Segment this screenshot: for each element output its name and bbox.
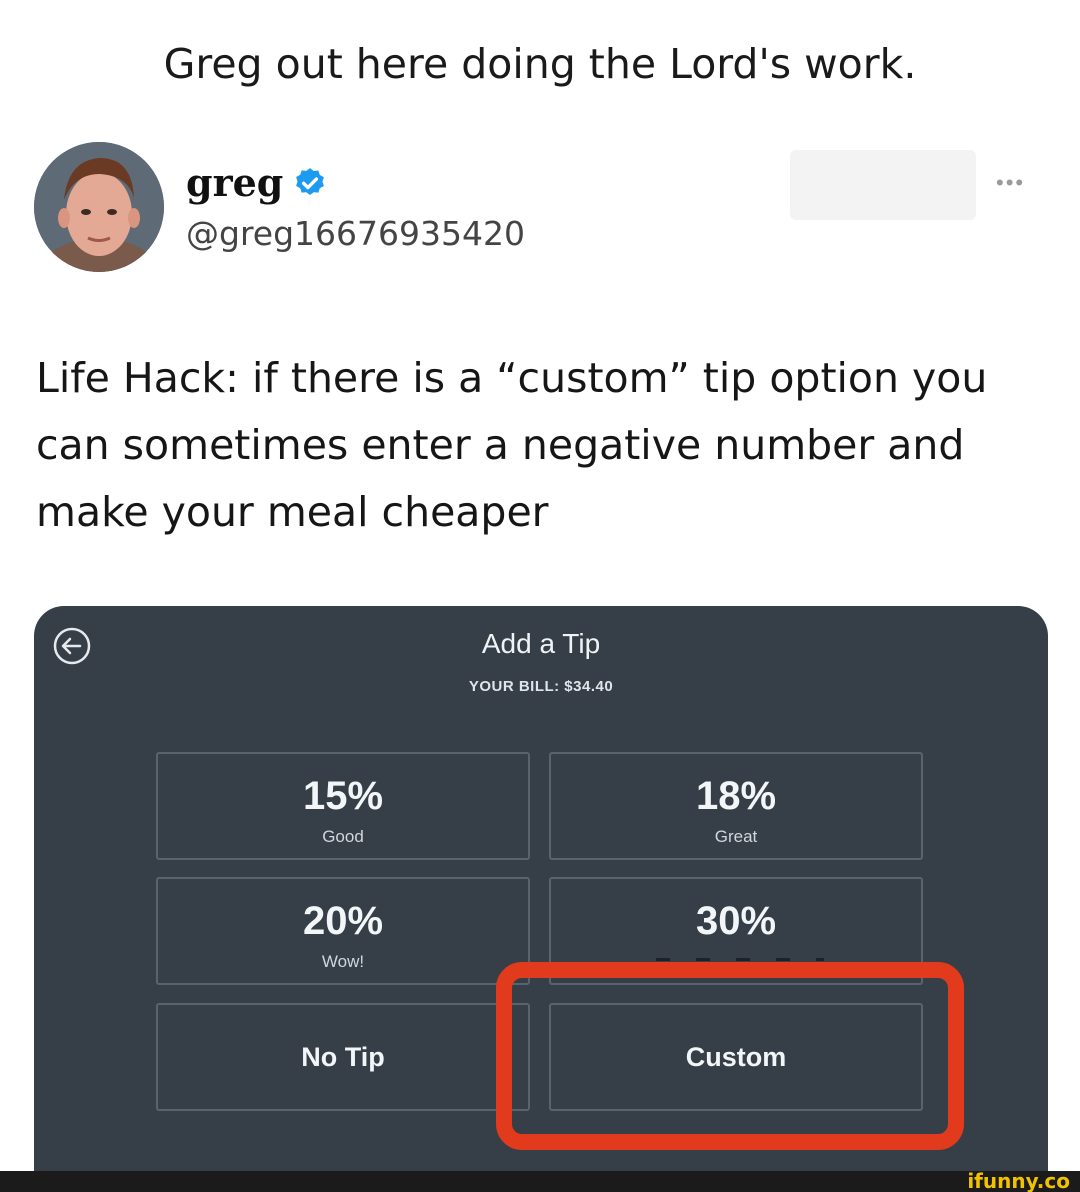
tip-percent: 18% <box>695 774 777 818</box>
tip-percent: 15% <box>302 774 384 818</box>
tweet-text: Life Hack: if there is a “custom” tip op… <box>36 354 988 536</box>
display-name-text: greg <box>186 160 284 205</box>
bill-amount: YOUR BILL: $34.40 <box>468 678 614 695</box>
watermark-text: ifunny.co <box>967 1169 1070 1192</box>
tip-screen: Add a Tip YOUR BILL: $34.40 15% Good 18%… <box>34 606 1048 1192</box>
watermark-bar <box>0 1171 1080 1192</box>
more-options-icon[interactable]: ••• <box>996 170 1025 196</box>
tip-label: Great <box>714 827 758 846</box>
avatar[interactable] <box>34 142 164 272</box>
tip-option-15[interactable]: 15% Good <box>156 752 530 860</box>
ifunny-watermark: ifunny.co <box>967 1169 1070 1192</box>
tip-label: Wow! <box>321 952 365 971</box>
tip-percent: 30% <box>695 899 777 943</box>
user-handle[interactable]: @greg16676935420 <box>186 214 525 253</box>
tip-title: Add a Tip <box>481 628 601 659</box>
tip-option-18[interactable]: 18% Great <box>549 752 923 860</box>
meme-caption: Greg out here doing the Lord's work. <box>163 40 917 88</box>
no-tip-label: No Tip <box>301 1042 385 1072</box>
verified-badge-icon <box>296 167 325 195</box>
tip-percent: 20% <box>302 899 384 943</box>
avatar-photo <box>34 142 164 272</box>
no-tip-button[interactable]: No Tip <box>156 1003 530 1111</box>
obscured-label <box>656 958 824 961</box>
display-name[interactable]: greg <box>186 160 327 205</box>
tip-option-20[interactable]: 20% Wow! <box>156 877 530 985</box>
blurred-region <box>790 150 976 220</box>
red-highlight-box <box>496 962 964 1150</box>
tip-label: Good <box>322 827 364 846</box>
